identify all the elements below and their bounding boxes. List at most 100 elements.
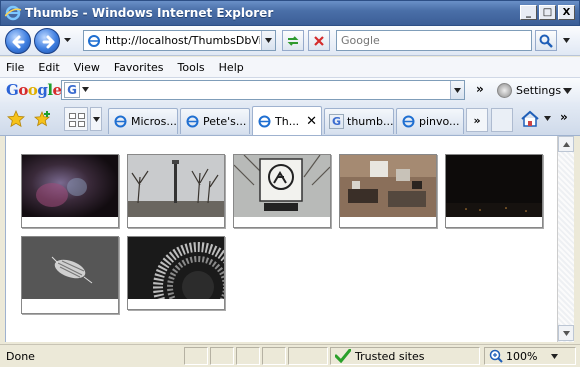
stop-button[interactable] bbox=[308, 30, 330, 51]
chevron-up-icon bbox=[562, 141, 570, 147]
quick-tab-tile bbox=[69, 121, 76, 127]
menu-view[interactable]: View bbox=[74, 61, 100, 74]
window-controls: _ □ X bbox=[520, 5, 575, 20]
new-tab-button[interactable] bbox=[491, 108, 513, 132]
tab-label: Micros... bbox=[131, 115, 177, 128]
forward-button[interactable] bbox=[34, 28, 60, 54]
google-toolbar: Google G » Settings bbox=[0, 77, 580, 102]
toolbar-more-chevron[interactable]: » bbox=[560, 110, 568, 124]
scroll-down-button[interactable] bbox=[558, 325, 574, 341]
thumbnail-1[interactable] bbox=[21, 154, 119, 228]
quick-tab-tile bbox=[78, 113, 85, 119]
scroll-up-button[interactable] bbox=[558, 136, 574, 152]
menu-help[interactable]: Help bbox=[219, 61, 244, 74]
column-trees-photo bbox=[128, 155, 224, 217]
search-button[interactable] bbox=[535, 30, 557, 51]
thumbnail-2[interactable] bbox=[127, 154, 225, 228]
chevron-down-icon bbox=[562, 38, 570, 43]
thumbnail-5[interactable] bbox=[445, 154, 543, 228]
status-panel-blank bbox=[184, 347, 208, 365]
back-arrow-icon bbox=[12, 35, 25, 49]
back-button[interactable] bbox=[5, 28, 31, 54]
google-settings-button[interactable]: Settings bbox=[497, 83, 573, 98]
dog-sign-photo bbox=[233, 154, 331, 217]
chevron-down-icon[interactable] bbox=[82, 87, 89, 92]
search-icon bbox=[539, 34, 553, 48]
maximize-button[interactable]: □ bbox=[539, 5, 556, 20]
live-search-box[interactable] bbox=[336, 30, 532, 51]
more-tabs-button[interactable]: » bbox=[466, 108, 488, 132]
menu-tools[interactable]: Tools bbox=[178, 61, 205, 74]
address-dropdown-button[interactable] bbox=[261, 31, 275, 50]
quick-tab-tile bbox=[69, 113, 76, 119]
menu-file[interactable]: File bbox=[6, 61, 24, 74]
ie-page-icon bbox=[258, 115, 271, 127]
blurry-dark-photo bbox=[22, 155, 118, 217]
favorites-star-icon[interactable] bbox=[7, 110, 25, 128]
google-search-box[interactable]: G bbox=[61, 80, 465, 100]
fan-grille-photo bbox=[128, 237, 243, 332]
status-panel-blank bbox=[262, 347, 286, 365]
recent-pages-dropdown-icon[interactable] bbox=[63, 35, 72, 45]
google-g-icon[interactable]: G bbox=[64, 82, 80, 98]
close-tab-icon[interactable]: ✕ bbox=[306, 114, 317, 129]
chevron-down-icon bbox=[551, 353, 559, 359]
thumbnail-7[interactable] bbox=[127, 236, 243, 332]
thumbnail-3[interactable] bbox=[233, 154, 331, 228]
page-content bbox=[5, 136, 557, 342]
night-sky-photo bbox=[446, 155, 542, 217]
woodlouse-photo bbox=[22, 237, 118, 299]
page-icon bbox=[88, 34, 100, 47]
google-toolbar-more-chevron[interactable]: » bbox=[476, 82, 484, 96]
google-logo[interactable]: Google bbox=[6, 81, 62, 99]
minimize-button[interactable]: _ bbox=[520, 5, 537, 20]
url-text[interactable]: http://localhost/ThumbsDbViewer/ bbox=[105, 34, 260, 47]
title-bar: Thumbs - Windows Internet Explorer _ □ X bbox=[0, 0, 580, 26]
google-search-dropdown[interactable] bbox=[450, 81, 464, 99]
home-icon[interactable] bbox=[520, 110, 540, 128]
refresh-icon bbox=[287, 35, 299, 46]
ie-logo-icon bbox=[5, 5, 21, 21]
chevron-down-icon bbox=[265, 38, 272, 43]
forward-arrow-icon bbox=[42, 35, 55, 49]
tab-thumb-search[interactable]: G thumb... bbox=[324, 108, 394, 134]
quick-tab-tile bbox=[78, 121, 85, 127]
ie-page-icon bbox=[114, 115, 127, 128]
search-options-dropdown[interactable] bbox=[559, 30, 573, 51]
google-g-icon: G bbox=[329, 114, 344, 129]
chevron-down-icon bbox=[562, 330, 570, 336]
chevron-down-icon bbox=[563, 87, 573, 94]
status-panel-blank bbox=[236, 347, 260, 365]
address-bar[interactable]: http://localhost/ThumbsDbViewer/ bbox=[83, 30, 276, 51]
tab-microsoft[interactable]: Micros... bbox=[108, 108, 178, 134]
tab-label: Pete's... bbox=[203, 115, 247, 128]
thumbnail-6[interactable] bbox=[21, 236, 119, 314]
close-button[interactable]: X bbox=[558, 5, 575, 20]
add-favorite-icon[interactable] bbox=[34, 110, 52, 128]
zoom-control[interactable]: 100% bbox=[484, 347, 576, 365]
refresh-button[interactable] bbox=[282, 30, 304, 51]
tab-bar: Micros... Pete's... Th... ✕ G thumb... p… bbox=[0, 102, 580, 136]
chevron-down-icon bbox=[454, 87, 461, 93]
tab-thumbs[interactable]: Th... ✕ bbox=[252, 106, 322, 135]
status-panel-blank bbox=[210, 347, 234, 365]
tab-label: pinvo... bbox=[419, 115, 460, 128]
quick-tabs-button[interactable] bbox=[64, 107, 88, 131]
tab-pinvoke[interactable]: pinvo... bbox=[396, 108, 464, 134]
zoom-level: 100% bbox=[506, 349, 538, 363]
thumbnail-4[interactable] bbox=[339, 154, 437, 228]
tab-label: Th... bbox=[275, 114, 300, 128]
menu-edit[interactable]: Edit bbox=[38, 61, 59, 74]
navigation-bar: http://localhost/ThumbsDbViewer/ bbox=[0, 26, 580, 56]
tab-petes[interactable]: Pete's... bbox=[180, 108, 250, 134]
status-bar: Done Trusted sites 100% bbox=[0, 344, 580, 367]
menu-favorites[interactable]: Favorites bbox=[114, 61, 164, 74]
tab-list-dropdown[interactable] bbox=[90, 107, 102, 131]
chevron-down-icon[interactable] bbox=[544, 116, 551, 121]
stop-icon bbox=[314, 35, 324, 46]
search-input[interactable] bbox=[337, 31, 531, 50]
vertical-scrollbar[interactable] bbox=[557, 136, 574, 342]
window-title: Thumbs - Windows Internet Explorer bbox=[25, 6, 274, 20]
security-zone[interactable]: Trusted sites bbox=[330, 347, 480, 365]
settings-gear-icon bbox=[497, 83, 512, 98]
